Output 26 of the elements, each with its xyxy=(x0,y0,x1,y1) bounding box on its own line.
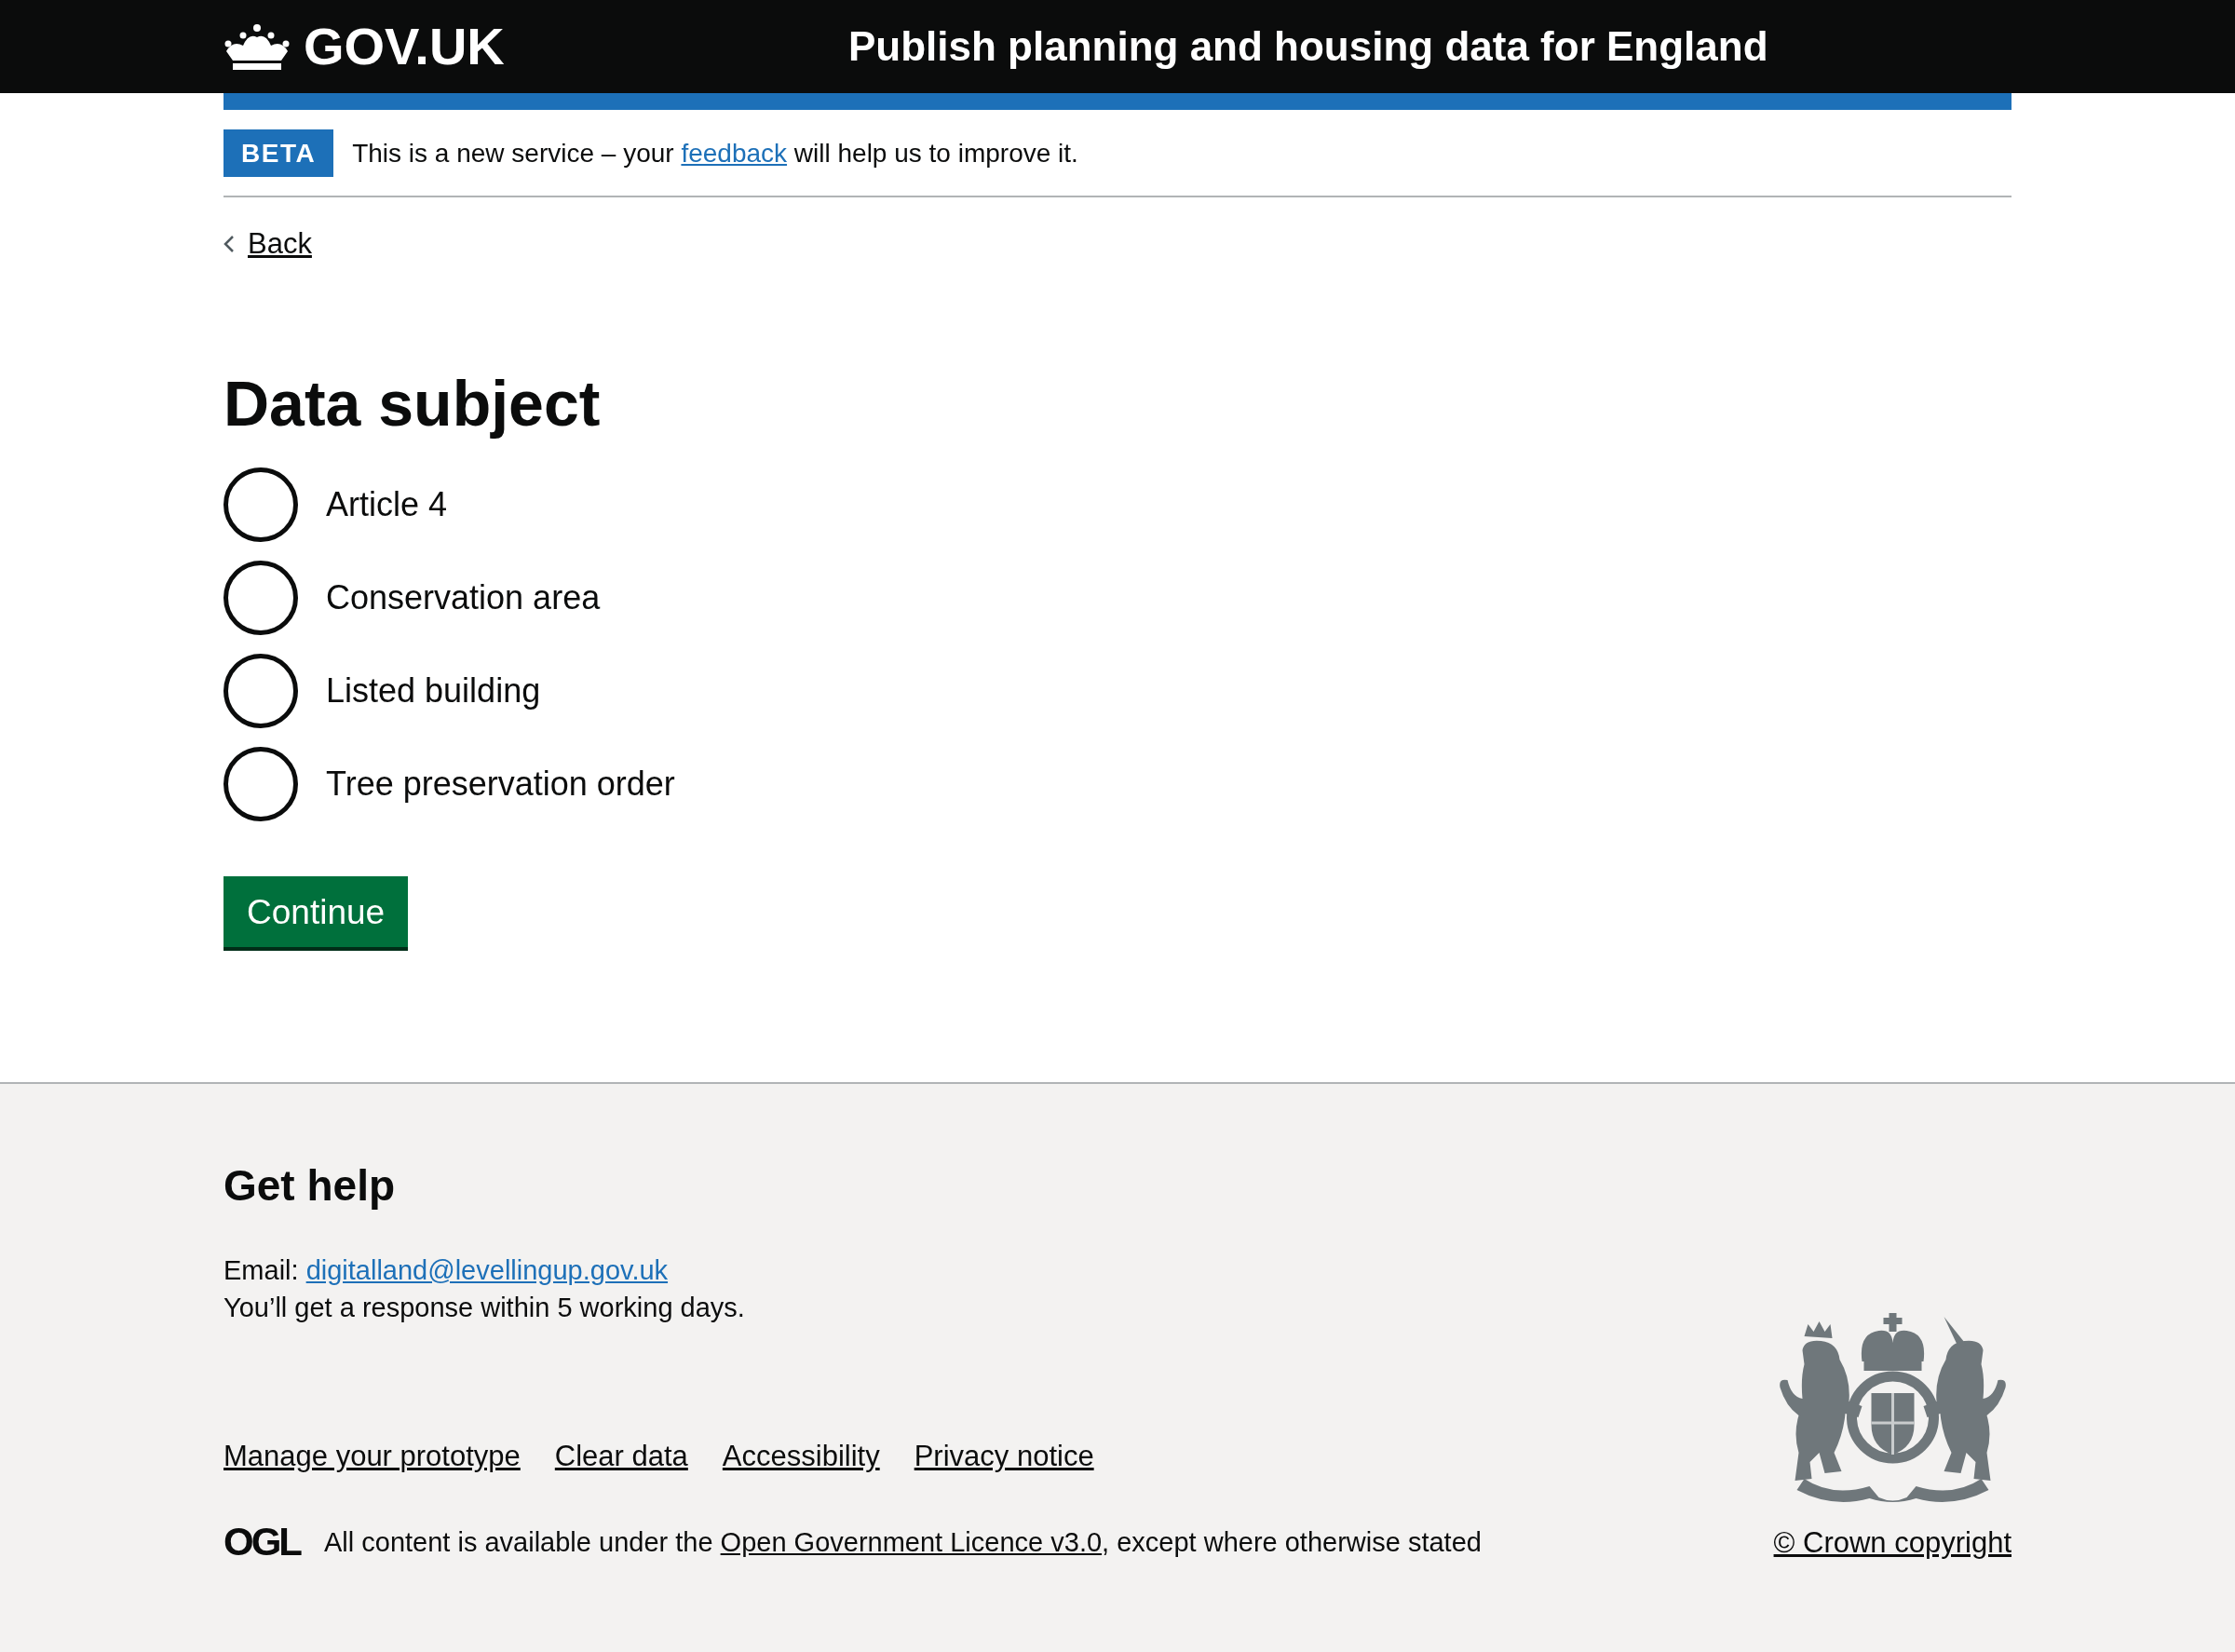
email-text: Email: digitalland@levellingup.gov.uk xyxy=(224,1254,669,1287)
feedback-link[interactable]: feedback xyxy=(681,138,788,168)
radio-label[interactable]: Tree preservation order xyxy=(326,764,675,805)
footer-link[interactable]: Accessibility xyxy=(722,1438,880,1475)
footer-link[interactable]: Manage your prototype xyxy=(224,1438,521,1475)
licence-link[interactable]: Open Government Licence v3.0 xyxy=(720,1527,1103,1557)
email-link[interactable]: digitalland@levellingup.gov.uk xyxy=(305,1255,669,1285)
continue-button[interactable]: Continue xyxy=(224,876,409,951)
radio-label[interactable]: Article 4 xyxy=(326,484,448,525)
help-heading: Get help xyxy=(224,1162,396,1209)
footer-link[interactable]: Privacy notice xyxy=(914,1438,1094,1475)
response-note: You’ll get a response within 5 working days. xyxy=(224,1292,745,1324)
page-heading: Data subject xyxy=(224,369,601,439)
licence-text: All content is available under the Open Government Licence v3.0, except where otherwise stated xyxy=(324,1526,1482,1559)
crown-icon xyxy=(224,23,291,70)
copyright-link[interactable]: © Crown copyright xyxy=(1773,1524,2012,1562)
chevron-left-icon xyxy=(224,235,235,253)
phase-tag: BETA xyxy=(224,129,334,177)
ogl-logo: OGL xyxy=(224,1523,300,1562)
footer-link[interactable]: Clear data xyxy=(554,1438,688,1475)
radio-label[interactable]: Listed building xyxy=(326,670,541,711)
back-link[interactable]: Back xyxy=(224,225,312,263)
phase-banner-text: This is a new service – your feedback will help us to improve it. xyxy=(352,137,1078,169)
home-link[interactable]: GOV.UK xyxy=(224,20,505,73)
radio-label[interactable]: Conservation area xyxy=(326,577,601,618)
service-name-link[interactable]: Publish planning and housing data for England xyxy=(848,26,1768,67)
